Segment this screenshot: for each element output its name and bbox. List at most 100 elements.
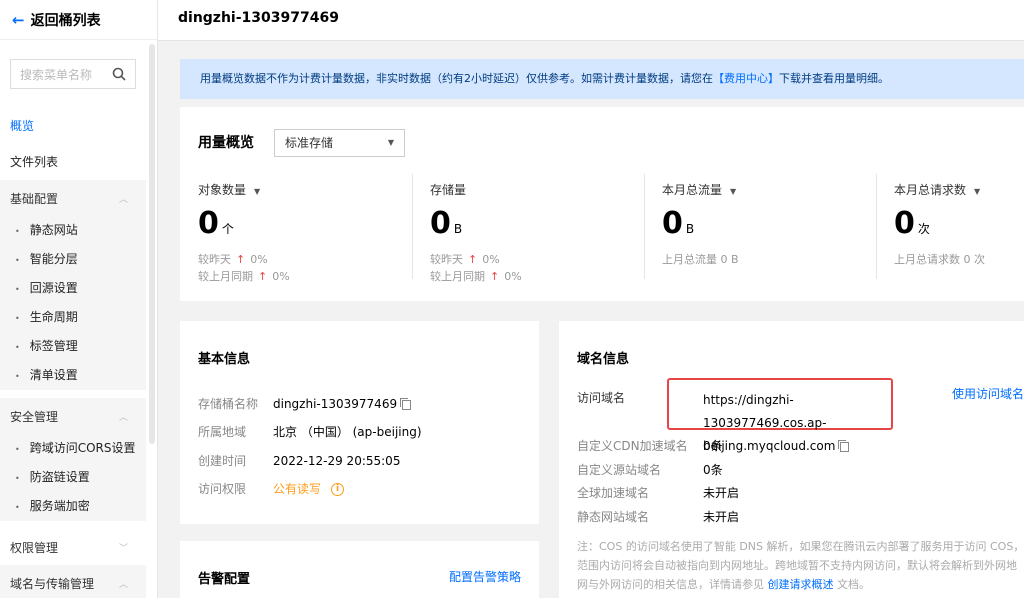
metric-storage: 存储量 0B 较昨天 ↑ 0% 较上月同期 ↑ 0% xyxy=(412,174,644,283)
sub-label: 跨域访问CORS设置 xyxy=(29,441,136,455)
info-icon[interactable]: i xyxy=(331,483,345,496)
bullet-icon: • xyxy=(15,474,20,483)
metric-label[interactable]: 对象数量 ▼ xyxy=(198,181,260,198)
arrow-up-icon: ↑ xyxy=(236,253,246,266)
arrow-up-icon: ↑ xyxy=(258,270,268,283)
alert-title: 告警配置 xyxy=(198,572,251,587)
sidebar-item-tags[interactable]: • 标签管理 xyxy=(0,332,146,361)
domain-row-origin: 自定义源站域名 0条 xyxy=(577,461,723,478)
info-value: dingzhi-1303977469 xyxy=(273,397,398,411)
domain-key: 自定义CDN加速域名 xyxy=(577,439,688,453)
metric-requests: 本月总请求数 ▼ 0次 上月总请求数 0 次 xyxy=(876,174,1024,279)
divider xyxy=(876,174,877,279)
notice-text: 用量概览数据不作为计费计量数据，非实时数据（约有2小时延迟）仅供参考。如需计费计… xyxy=(200,72,713,85)
group-label: 基础配置 xyxy=(10,191,59,206)
sidebar-item-inventory[interactable]: • 清单设置 xyxy=(0,361,146,390)
arrow-left-icon: ← xyxy=(12,10,25,29)
chevron-down-icon: ﹀ xyxy=(118,543,128,554)
sidebar-scrollbar[interactable] xyxy=(149,44,155,444)
sub-label: 防盗链设置 xyxy=(29,470,90,484)
sidebar-group-permission[interactable]: 权限管理 ﹀ xyxy=(0,529,146,565)
use-access-domain-link[interactable]: 使用访问域名访 xyxy=(952,385,1024,402)
sidebar-item-intelligent-tiering[interactable]: • 智能分层 xyxy=(0,245,146,274)
domain-row-static: 静态网站域名 未开启 xyxy=(577,508,739,525)
metric-label[interactable]: 本月总流量 ▼ xyxy=(662,181,736,198)
metric-value: 0次 xyxy=(894,206,930,241)
usage-title: 用量概览 xyxy=(198,135,254,151)
sidebar-item-hotlink[interactable]: • 防盗链设置 xyxy=(0,463,146,492)
caret-down-icon: ▼ xyxy=(730,187,737,196)
domain-value: 未开启 xyxy=(703,510,740,524)
chevron-up-icon: ︿ xyxy=(118,412,128,423)
sidebar-item-static-site[interactable]: • 静态网站 xyxy=(0,216,146,245)
search-icon[interactable] xyxy=(112,67,126,81)
domain-key: 全球加速域名 xyxy=(577,486,650,500)
sidebar-group-basic[interactable]: 基础配置 ︿ xyxy=(0,180,146,216)
bullet-icon: • xyxy=(15,445,20,454)
access-domain-label: 访问域名 xyxy=(577,391,626,405)
sub-label: 回源设置 xyxy=(29,281,78,295)
storage-class-select[interactable]: 标准存储 ▼ xyxy=(274,129,405,157)
domain-value: 未开启 xyxy=(703,486,740,500)
metric-label[interactable]: 本月总请求数 ▼ xyxy=(894,181,980,198)
sidebar-item-files[interactable]: 文件列表 xyxy=(0,144,146,180)
menu-search-input[interactable]: 搜索菜单名称 xyxy=(10,59,136,89)
caret-down-icon: ▼ xyxy=(387,138,394,147)
back-to-bucket-list[interactable]: ← 返回桶列表 xyxy=(0,0,157,40)
select-value: 标准存储 xyxy=(285,136,334,150)
info-value: 北京 （中国） (ap-beijing) xyxy=(273,425,422,439)
bullet-icon: • xyxy=(15,372,20,381)
bullet-icon: • xyxy=(15,285,20,294)
metric-traffic: 本月总流量 ▼ 0B 上月总流量 0 B xyxy=(644,174,876,279)
sub-label: 生命周期 xyxy=(29,310,78,324)
info-key: 所属地域 xyxy=(198,425,247,439)
chevron-up-icon: ︿ xyxy=(118,579,128,590)
sidebar-item-overview[interactable]: 概览 xyxy=(0,108,146,144)
bullet-icon: • xyxy=(15,256,20,265)
sidebar: ← 返回桶列表 搜索菜单名称 概览 文件列表 基础配置 ︿ • 静态网站 • 智能分… xyxy=(0,0,158,598)
domain-info-panel: 域名信息 访问域名 https://dingzhi-1303977469.cos… xyxy=(559,321,1024,598)
info-row-region: 所属地域 北京 （中国） (ap-beijing) xyxy=(198,423,422,440)
sidebar-item-encryption[interactable]: • 服务端加密 xyxy=(0,492,146,521)
sidebar-group-domain[interactable]: 域名与传输管理 ︿ xyxy=(0,565,146,598)
sidebar-menu: 概览 文件列表 基础配置 ︿ • 静态网站 • 智能分层 • 回源设置 • 生命周期 •… xyxy=(0,108,146,598)
domain-info-title: 域名信息 xyxy=(577,352,630,367)
metric-last-month: 上月总流量 0 B xyxy=(662,253,739,266)
notice-text-after: 下载并查看用量明细。 xyxy=(779,72,889,85)
domain-value: 0条 xyxy=(703,463,723,477)
copy-icon[interactable] xyxy=(400,397,412,410)
domain-row-cdn: 自定义CDN加速域名 0条 xyxy=(577,437,723,454)
chevron-up-icon: ︿ xyxy=(118,194,128,205)
info-key: 存储桶名称 xyxy=(198,397,259,411)
sidebar-item-cors[interactable]: • 跨域访问CORS设置 xyxy=(0,434,146,463)
basic-info-panel: 基本信息 存储桶名称 dingzhi-1303977469 所属地域 北京 （中国）… xyxy=(180,321,539,524)
search-placeholder: 搜索菜单名称 xyxy=(20,67,93,82)
metric-value: 0B xyxy=(430,206,463,241)
request-overview-link[interactable]: 创建请求概述 xyxy=(768,578,834,591)
access-domain-url: https://dingzhi-1303977469.cos.ap- beiji… xyxy=(703,389,893,458)
billing-center-link[interactable]: 【费用中心】 xyxy=(713,72,779,85)
url-line: beijing.myqcloud.com xyxy=(703,439,836,453)
sidebar-group-security[interactable]: 安全管理 ︿ xyxy=(0,398,146,434)
copy-icon[interactable] xyxy=(838,439,850,452)
info-value: 2022-12-29 20:55:05 xyxy=(273,454,401,468)
metric-object-count: 对象数量 ▼ 0个 较昨天 ↑ 0% 较上月同期 ↑ 0% xyxy=(180,174,412,283)
sidebar-item-origin[interactable]: • 回源设置 xyxy=(0,274,146,303)
sub-label: 清单设置 xyxy=(29,368,78,382)
domain-note: 注：COS 的访问域名使用了智能 DNS 解析，如果您在腾讯云内部署了服务用于访… xyxy=(577,537,1024,594)
sub-label: 静态网站 xyxy=(29,223,78,237)
caret-down-icon: ▼ xyxy=(254,187,261,196)
info-row-bucket-name: 存储桶名称 dingzhi-1303977469 xyxy=(198,395,412,412)
configure-alert-link[interactable]: 配置告警策略 xyxy=(449,568,521,585)
caret-down-icon: ▼ xyxy=(974,187,981,196)
bullet-icon: • xyxy=(15,343,20,352)
sidebar-item-lifecycle[interactable]: • 生命周期 xyxy=(0,303,146,332)
metric-label: 存储量 xyxy=(430,183,467,197)
group-label: 域名与传输管理 xyxy=(10,576,95,591)
sub-label: 智能分层 xyxy=(29,252,78,266)
bullet-icon: • xyxy=(15,314,20,323)
usage-overview-panel: 用量概览 标准存储 ▼ 对象数量 ▼ 0个 较昨天 ↑ 0% 较上月同期 ↑ 0% 存储量… xyxy=(180,107,1024,301)
divider xyxy=(644,174,645,279)
permission-value: 公有读写 xyxy=(273,482,322,496)
page-title: dingzhi-1303977469 xyxy=(158,0,1024,41)
